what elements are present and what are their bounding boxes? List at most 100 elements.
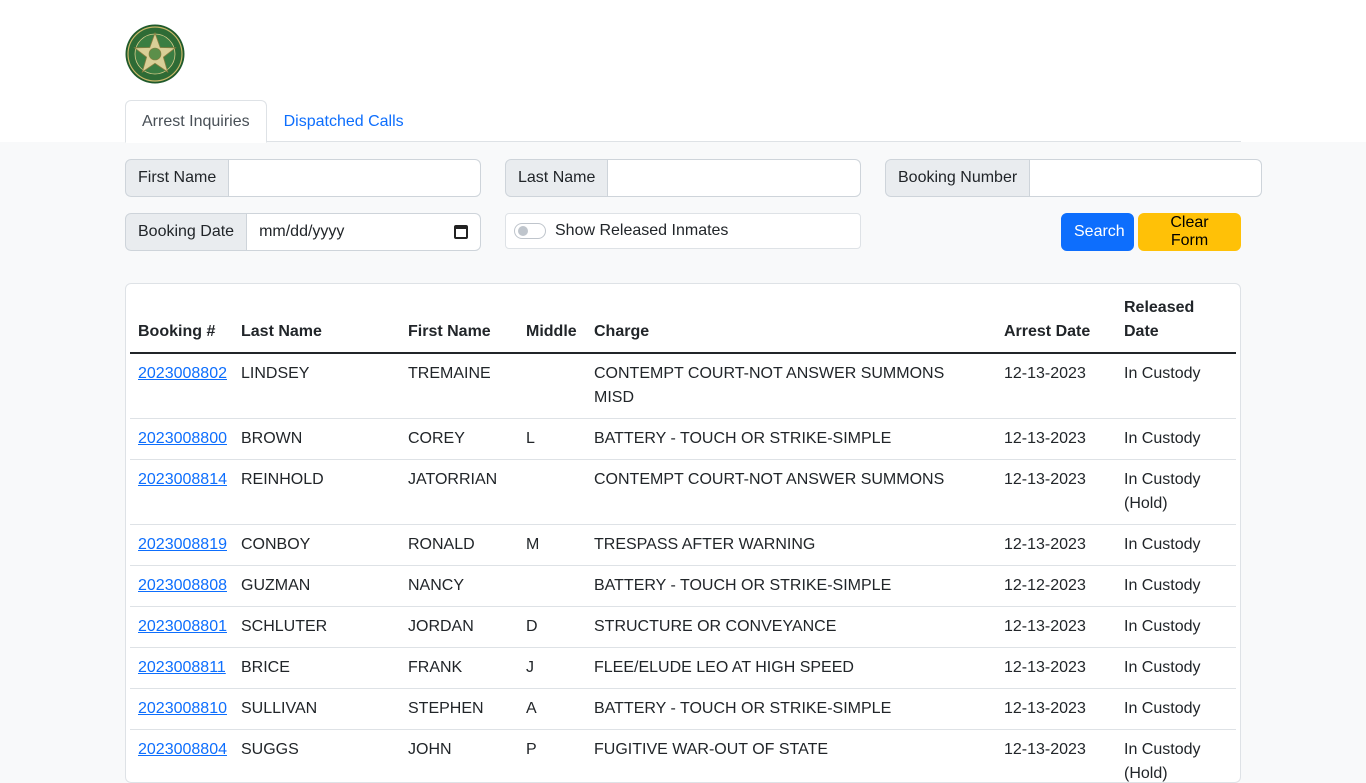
middle-cell: A — [518, 689, 586, 730]
arrest-date-cell: 12-13-2023 — [996, 689, 1116, 730]
last-name-cell: BRICE — [233, 648, 400, 689]
table-row: 2023008810 SULLIVANSTEPHENABATTERY - TOUC… — [130, 689, 1236, 730]
col-header-last-name[interactable]: Last Name — [233, 296, 400, 353]
first-name-cell: JORDAN — [400, 607, 518, 648]
table-body: 2023008802 LINDSEYTREMAINE CONTEMPT COURT-… — [130, 353, 1236, 783]
arrest-date-cell: 12-12-2023 — [996, 566, 1116, 607]
table-row: 2023008814 REINHOLDJATORRIAN CONTEMPT COUR… — [130, 460, 1236, 525]
sheriff-badge-logo-icon — [125, 24, 185, 84]
arrest-date-cell: 12-13-2023 — [996, 525, 1116, 566]
col-header-first-name[interactable]: First Name — [400, 296, 518, 353]
booking-number-link[interactable]: 2023008800 — [138, 430, 227, 447]
first-name-cell: JOHN — [400, 730, 518, 783]
booking-date-input[interactable]: mm/dd/yyyy — [247, 213, 481, 251]
col-header-arrest-date[interactable]: Arrest Date — [996, 296, 1116, 353]
booking-number-link[interactable]: 2023008819 — [138, 536, 227, 553]
col-header-middle[interactable]: Middle — [518, 296, 586, 353]
middle-cell — [518, 566, 586, 607]
last-name-cell: BROWN — [233, 419, 400, 460]
arrest-date-cell: 12-13-2023 — [996, 648, 1116, 689]
first-name-cell: STEPHEN — [400, 689, 518, 730]
booking-number-cell: 2023008800 — [130, 419, 233, 460]
released-date-cell: In Custody — [1116, 419, 1236, 460]
tab-arrest-inquiries[interactable]: Arrest Inquiries — [125, 100, 267, 143]
released-date-cell: In Custody (Hold) — [1116, 730, 1236, 783]
released-date-cell: In Custody — [1116, 648, 1236, 689]
table-row: 2023008804 SUGGSJOHNPFUGITIVE WAR-OUT OF … — [130, 730, 1236, 783]
first-name-cell: RONALD — [400, 525, 518, 566]
tab-dispatched-calls[interactable]: Dispatched Calls — [267, 100, 421, 143]
booking-number-group: Booking Number — [885, 159, 1241, 197]
table-row: 2023008800BROWNCOREYLBATTERY - TOUCH OR … — [130, 419, 1236, 460]
charge-cell: BATTERY - TOUCH OR STRIKE-SIMPLE — [586, 566, 996, 607]
booking-number-link[interactable]: 2023008811 — [138, 659, 226, 676]
first-name-group: First Name — [125, 159, 481, 197]
released-date-cell: In Custody — [1116, 353, 1236, 419]
table-row: 2023008801SCHLUTERJORDANDSTRUCTURE OR CO… — [130, 607, 1236, 648]
last-name-group: Last Name — [505, 159, 861, 197]
search-button[interactable]: Search — [1061, 213, 1134, 251]
table-row: 2023008811 BRICEFRANKJFLEE/ELUDE LEO AT H… — [130, 648, 1236, 689]
header: Arrest Inquiries Dispatched Calls — [0, 0, 1366, 142]
released-date-cell: In Custody — [1116, 525, 1236, 566]
released-date-cell: In Custody — [1116, 689, 1236, 730]
released-date-cell: In Custody (Hold) — [1116, 460, 1236, 525]
calendar-icon[interactable] — [454, 225, 468, 239]
middle-cell: L — [518, 419, 586, 460]
arrest-date-cell: 12-13-2023 — [996, 419, 1116, 460]
first-name-label: First Name — [125, 159, 229, 197]
results-card: Booking # Last Name First Name Middle Ch… — [125, 283, 1241, 783]
col-header-charge[interactable]: Charge — [586, 296, 996, 353]
last-name-cell: LINDSEY — [233, 353, 400, 419]
first-name-input[interactable] — [229, 159, 481, 197]
clear-form-button[interactable]: Clear Form — [1138, 213, 1241, 251]
booking-number-cell: 2023008811 — [130, 648, 233, 689]
first-name-cell: FRANK — [400, 648, 518, 689]
booking-number-link[interactable]: 2023008801 — [138, 618, 227, 635]
table-row: 2023008819 CONBOYRONALDMTRESPASS AFTER WA… — [130, 525, 1236, 566]
booking-number-cell: 2023008804 — [130, 730, 233, 783]
show-released-switch[interactable] — [514, 223, 546, 239]
charge-cell: CONTEMPT COURT-NOT ANSWER SUMMONS — [586, 460, 996, 525]
booking-number-cell: 2023008802 — [130, 353, 233, 419]
last-name-cell: SCHLUTER — [233, 607, 400, 648]
middle-cell: M — [518, 525, 586, 566]
charge-cell: FLEE/ELUDE LEO AT HIGH SPEED — [586, 648, 996, 689]
show-released-label: Show Released Inmates — [555, 222, 728, 240]
last-name-cell: SUGGS — [233, 730, 400, 783]
col-header-released-date[interactable]: Released Date — [1116, 296, 1236, 353]
charge-cell: TRESPASS AFTER WARNING — [586, 525, 996, 566]
last-name-cell: CONBOY — [233, 525, 400, 566]
released-date-cell: In Custody — [1116, 607, 1236, 648]
booking-number-link[interactable]: 2023008814 — [138, 471, 227, 488]
show-released-toggle-group: Show Released Inmates — [505, 213, 861, 249]
first-name-cell: TREMAINE — [400, 353, 518, 419]
middle-cell — [518, 460, 586, 525]
last-name-cell: SULLIVAN — [233, 689, 400, 730]
last-name-cell: REINHOLD — [233, 460, 400, 525]
charge-cell: CONTEMPT COURT-NOT ANSWER SUMMONS MISD — [586, 353, 996, 419]
table-row: 2023008802 LINDSEYTREMAINE CONTEMPT COURT-… — [130, 353, 1236, 419]
booking-number-link[interactable]: 2023008802 — [138, 365, 227, 382]
booking-number-link[interactable]: 2023008810 — [138, 700, 227, 717]
middle-cell — [518, 353, 586, 419]
col-header-booking[interactable]: Booking # — [130, 296, 233, 353]
middle-cell: J — [518, 648, 586, 689]
results-table: Booking # Last Name First Name Middle Ch… — [130, 296, 1236, 783]
booking-number-input[interactable] — [1030, 159, 1262, 197]
first-name-cell: JATORRIAN — [400, 460, 518, 525]
arrest-date-cell: 12-13-2023 — [996, 353, 1116, 419]
middle-cell: D — [518, 607, 586, 648]
charge-cell: FUGITIVE WAR-OUT OF STATE — [586, 730, 996, 783]
arrest-date-cell: 12-13-2023 — [996, 460, 1116, 525]
table-header-row: Booking # Last Name First Name Middle Ch… — [130, 296, 1236, 353]
charge-cell: BATTERY - TOUCH OR STRIKE-SIMPLE — [586, 689, 996, 730]
booking-number-link[interactable]: 2023008804 — [138, 741, 227, 758]
last-name-input[interactable] — [608, 159, 861, 197]
first-name-cell: COREY — [400, 419, 518, 460]
booking-number-link[interactable]: 2023008808 — [138, 577, 227, 594]
booking-date-label: Booking Date — [125, 213, 247, 251]
booking-number-label: Booking Number — [885, 159, 1030, 197]
middle-cell: P — [518, 730, 586, 783]
last-name-label: Last Name — [505, 159, 608, 197]
